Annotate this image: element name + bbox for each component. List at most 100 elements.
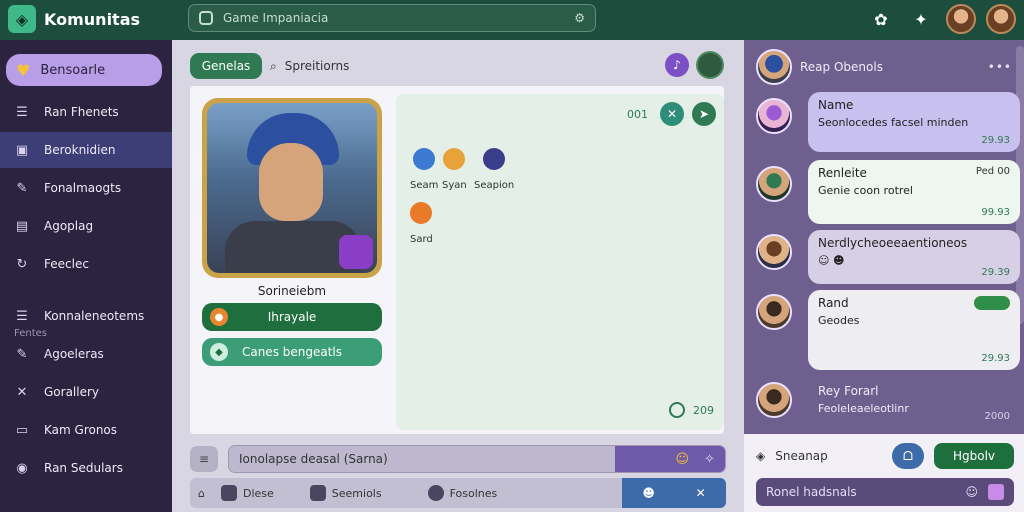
option-item[interactable]: Syan — [442, 148, 467, 191]
genre-chip[interactable]: Genelas — [190, 53, 262, 79]
character-portrait[interactable] — [202, 98, 382, 278]
message: Rey Forarl Feoleleaeleotlinr 2000 — [756, 378, 1012, 430]
option-item[interactable]: Seam — [410, 148, 438, 191]
emoji-icon[interactable]: ☺ — [675, 452, 689, 467]
sidebar-item[interactable]: ▤ Agoplag — [0, 208, 172, 244]
chat-input-value: Ronel hadsnals — [766, 485, 857, 499]
message-bubble[interactable]: Rey Forarl Feoleleaeleotlinr 2000 — [808, 378, 1020, 428]
share-icon[interactable]: ✕ — [660, 102, 684, 126]
avatar[interactable] — [756, 294, 792, 330]
message-bubble[interactable]: Nerdlycheoeeaentioneos ☺ ☻ 29.39 — [808, 230, 1020, 284]
send-icon[interactable]: ➤ — [692, 102, 716, 126]
home-tab[interactable]: ⌂ — [190, 478, 213, 508]
sidebar-item[interactable]: ✕ Gorallery — [0, 374, 172, 410]
brand[interactable]: ◈ Komunitas — [8, 5, 140, 33]
message-bubble[interactable]: Rand Geodes 29.93 — [808, 290, 1020, 370]
primary-button[interactable]: ● Ihrayale — [202, 303, 382, 331]
list-icon: ☰ — [16, 104, 28, 120]
option-item[interactable]: Sard — [410, 202, 433, 245]
sidebar-item-active[interactable]: ♥ Bensoarle — [6, 54, 162, 86]
gif-icon[interactable] — [988, 484, 1004, 500]
send-button[interactable]: Hgbolv — [934, 443, 1014, 469]
option-item[interactable]: Seapion — [474, 148, 514, 191]
option-label: Seam — [410, 180, 439, 191]
sidebar-item[interactable]: ↻ Feeclec — [0, 246, 172, 282]
message-author: Name — [818, 98, 854, 112]
sidebar-item[interactable]: ☰ Konnaleneotems — [0, 298, 172, 334]
search-icon — [199, 11, 213, 25]
top-bar: ◈ Komunitas Game Impaniacia ⚙ ✿ ✦ — [0, 0, 1024, 40]
tab[interactable]: Fosolnes — [420, 478, 506, 508]
attach-icon[interactable]: ≡ — [190, 446, 218, 472]
friend-avatar[interactable] — [986, 4, 1016, 34]
coin-icon: ● — [210, 308, 228, 326]
tab[interactable]: Seemiols — [302, 478, 390, 508]
sidebar-item-selected[interactable]: ▣ Beroknidien — [0, 132, 172, 168]
composer: ≡ Ionolapse deasal (Sarna) ☺ ✧ — [190, 444, 726, 474]
mic-icon[interactable]: ♪ — [665, 53, 689, 77]
sidebar-item-label: Gorallery — [44, 385, 100, 399]
primary-button-label: Ihrayale — [267, 310, 317, 324]
avatar[interactable] — [756, 382, 792, 418]
tab[interactable]: Dlese — [213, 478, 282, 508]
sidebar-item[interactable]: ✎ Fonalmaogts — [0, 170, 172, 206]
avatar[interactable] — [756, 166, 792, 202]
message-action[interactable]: Ped 00 — [976, 166, 1010, 177]
tab-actions[interactable]: ☻ ✕ — [622, 478, 726, 508]
chat-title: Reap Obenols — [800, 60, 883, 74]
search-input[interactable]: Game Impaniacia — [223, 11, 574, 25]
profile-avatar[interactable] — [946, 4, 976, 34]
gem-icon: ◆ — [210, 343, 228, 361]
sidebar-item[interactable]: ◉ Ran Sedulars — [0, 450, 172, 486]
avatar[interactable] — [756, 49, 792, 85]
sidebar-item-label: Bensoarle — [40, 62, 106, 78]
rocket-icon — [483, 148, 506, 170]
sidebar-item-label: Feeclec — [44, 257, 89, 271]
message-text: Geodes — [818, 314, 860, 327]
avatar[interactable] — [756, 234, 792, 270]
doc-icon — [220, 485, 237, 501]
chat-footer: ◈ Sneanap ᗝ Hgbolv Ronel hadsnals ☺ — [744, 434, 1024, 512]
chat-panel: Reap Obenols ••• Name Seonlocedes facsel… — [744, 40, 1024, 512]
sidebar-item[interactable]: ✎ Agoeleras — [0, 336, 172, 372]
message-input[interactable]: Ionolapse deasal (Sarna) ☺ ✧ — [228, 445, 726, 473]
list-icon: ☰ — [16, 308, 28, 324]
clock-icon — [427, 485, 444, 501]
search-bar[interactable]: Game Impaniacia ⚙ — [188, 4, 596, 32]
search-tab[interactable]: ⌕ Spreitiorns — [270, 53, 349, 79]
sidebar-item-label: Kam Gronos — [44, 423, 118, 437]
tools-icon: ✕ — [16, 384, 28, 400]
message-author: Nerdlycheoeeaentioneos — [818, 236, 968, 250]
message-bubble[interactable]: Name Seonlocedes facsel minden 29.93 — [808, 92, 1020, 152]
option-label: Sard — [410, 234, 433, 245]
online-badge — [974, 296, 1010, 310]
sidebar-item[interactable]: ☰ Ran Fhenets — [0, 94, 172, 130]
gear-icon[interactable]: ✿ — [866, 4, 896, 34]
emoji-icon[interactable]: ☺ — [965, 485, 978, 499]
avatar[interactable] — [756, 98, 792, 134]
message-time: 2000 — [984, 411, 1010, 422]
close-icon[interactable]: ✕ — [696, 486, 706, 500]
chat-icon[interactable]: ☻ — [642, 486, 655, 500]
voice-button[interactable]: ᗝ — [892, 443, 924, 469]
reaction-icons[interactable]: ☺ ☻ — [818, 254, 1010, 267]
brand-name: Komunitas — [44, 9, 141, 29]
character-image — [207, 103, 377, 273]
heart-icon: ♥ — [16, 60, 31, 80]
panel-footer[interactable]: 209 — [669, 402, 714, 418]
character-card: Sorineiebm ● Ihrayale ◆ Canes bengeatls … — [190, 86, 724, 434]
game-avatar[interactable] — [696, 51, 724, 79]
message-time: 99.93 — [981, 207, 1010, 218]
secondary-button[interactable]: ◆ Canes bengeatls — [202, 338, 382, 366]
sidebar-item-label: Konnaleneotems — [44, 309, 145, 323]
chat-input[interactable]: Ronel hadsnals ☺ — [756, 478, 1014, 506]
gif-icon[interactable]: ✧ — [704, 452, 715, 467]
filter-icon[interactable]: ⚙ — [574, 11, 585, 25]
message: Nerdlycheoeeaentioneos ☺ ☻ 29.39 — [756, 230, 1020, 286]
more-icon[interactable]: ••• — [988, 60, 1012, 74]
notification-icon[interactable]: ✦ — [906, 4, 936, 34]
sidebar-item[interactable]: ▭ Kam Gronos — [0, 412, 172, 448]
message-bubble[interactable]: Renleite Genie coon rotrel Ped 00 99.93 — [808, 160, 1020, 224]
send-button-label: Hgbolv — [952, 449, 996, 463]
eye-icon[interactable]: ◈ — [756, 449, 765, 463]
